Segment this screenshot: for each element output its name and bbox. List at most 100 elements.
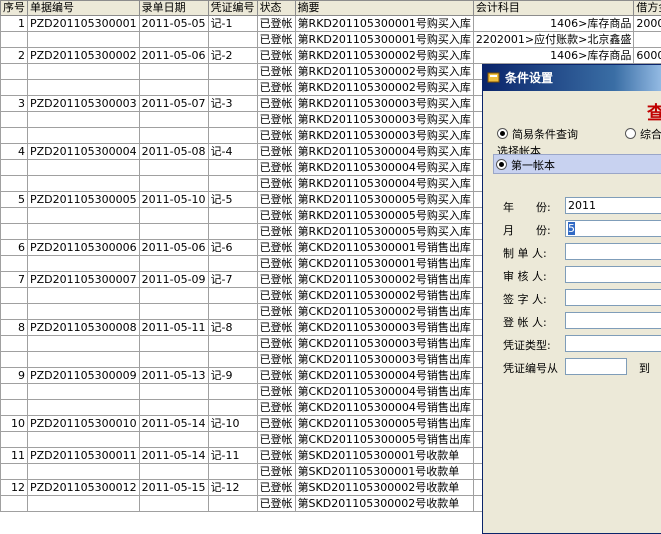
cell-summary: 第RKD201105300001号购买入库 [295, 32, 473, 48]
cell-summary: 第RKD201105300004号购买入库 [295, 160, 473, 176]
cell-summary: 第CKD201105300002号销售出库 [295, 288, 473, 304]
cell-summary: 第RKD201105300001号购买入库 [295, 16, 473, 32]
cell-seq: 6 [1, 240, 28, 256]
cell-doc-number: PZD201105300008 [28, 320, 140, 336]
cell-voucher-number: 记-9 [208, 368, 257, 384]
cell-seq [1, 432, 28, 448]
cell-debit [634, 32, 661, 48]
cell-date [139, 432, 208, 448]
cell-summary: 第SKD201105300001号收款单 [295, 448, 473, 464]
cell-status: 已登帐 [257, 32, 295, 48]
cell-status: 已登帐 [257, 64, 295, 80]
cell-voucher-number: 记-10 [208, 416, 257, 432]
signer-field[interactable] [565, 289, 661, 306]
col-header-account[interactable]: 会计科目 [473, 1, 633, 16]
cell-voucher-number [208, 176, 257, 192]
cell-date [139, 288, 208, 304]
cell-date [139, 384, 208, 400]
cell-voucher-number [208, 496, 257, 512]
cell-voucher-number [208, 352, 257, 368]
month-value: 5 [568, 222, 575, 235]
maker-field[interactable] [565, 243, 661, 260]
radio-combined-query[interactable]: 综合 [625, 126, 661, 142]
account-list[interactable]: 第一帐本 [493, 154, 661, 174]
cell-status: 已登帐 [257, 160, 295, 176]
cell-date [139, 176, 208, 192]
radio-simple-query[interactable]: 简易条件查询 [497, 126, 578, 142]
voucher-type-field[interactable] [565, 335, 661, 352]
radio-dot-icon [625, 128, 636, 139]
col-header-status[interactable]: 状态 [257, 1, 295, 16]
table-row[interactable]: 1PZD2011053000012011-05-05记-1已登帐第RKD2011… [1, 16, 661, 32]
cell-status: 已登帐 [257, 112, 295, 128]
voucher-type-label: 凭证类型: [503, 337, 551, 353]
month-field[interactable]: 5 [565, 220, 661, 237]
cell-doc-number [28, 64, 140, 80]
dialog-titlebar[interactable]: 条件设置 [483, 65, 661, 91]
cell-status: 已登帐 [257, 448, 295, 464]
table-row[interactable]: 已登帐第RKD201105300001号购买入库2202001>应付账款>北京鑫… [1, 32, 661, 48]
cell-seq [1, 336, 28, 352]
cell-date [139, 160, 208, 176]
cell-seq [1, 352, 28, 368]
col-header-seq[interactable]: 序号 [1, 1, 28, 16]
cell-date: 2011-05-07 [139, 96, 208, 112]
col-header-summary[interactable]: 摘要 [295, 1, 473, 16]
cell-doc-number: PZD201105300011 [28, 448, 140, 464]
cell-seq [1, 32, 28, 48]
cell-seq: 7 [1, 272, 28, 288]
condition-dialog: 条件设置 查 简易条件查询 综合 选择帐本 第一帐本 年 份: 2011 月 份… [482, 64, 661, 534]
col-header-date[interactable]: 录单日期 [139, 1, 208, 16]
poster-field[interactable] [565, 312, 661, 329]
cell-summary: 第CKD201105300003号销售出库 [295, 352, 473, 368]
cell-status: 已登帐 [257, 192, 295, 208]
table-header-row: 序号 单据编号 录单日期 凭证编号 状态 摘要 会计科目 借方金 [1, 1, 661, 16]
col-header-voucher[interactable]: 凭证编号 [208, 1, 257, 16]
cell-debit: 20000 [634, 16, 661, 32]
cell-doc-number [28, 224, 140, 240]
voucher-num-from-field[interactable] [565, 358, 627, 375]
cell-summary: 第RKD201105300002号购买入库 [295, 80, 473, 96]
cell-voucher-number: 记-5 [208, 192, 257, 208]
cell-date [139, 32, 208, 48]
cell-status: 已登帐 [257, 240, 295, 256]
cell-doc-number: PZD201105300007 [28, 272, 140, 288]
cell-seq: 5 [1, 192, 28, 208]
radio-first-account[interactable]: 第一帐本 [496, 157, 555, 173]
col-header-doc[interactable]: 单据编号 [28, 1, 140, 16]
cell-voucher-number [208, 256, 257, 272]
cell-voucher-number: 记-11 [208, 448, 257, 464]
cell-voucher-number: 记-2 [208, 48, 257, 64]
cell-voucher-number [208, 336, 257, 352]
cell-summary: 第CKD201105300002号销售出库 [295, 272, 473, 288]
voucher-num-label: 凭证编号从 [503, 360, 558, 376]
cell-doc-number [28, 160, 140, 176]
cell-doc-number [28, 208, 140, 224]
cell-status: 已登帐 [257, 352, 295, 368]
cell-seq: 10 [1, 416, 28, 432]
year-field[interactable]: 2011 [565, 197, 661, 214]
cell-summary: 第SKD201105300002号收款单 [295, 480, 473, 496]
cell-seq [1, 288, 28, 304]
cell-seq: 8 [1, 320, 28, 336]
cell-summary: 第RKD201105300005号购买入库 [295, 192, 473, 208]
cell-status: 已登帐 [257, 16, 295, 32]
cell-date [139, 208, 208, 224]
cell-status: 已登帐 [257, 288, 295, 304]
cell-date [139, 400, 208, 416]
signer-label: 签 字 人: [503, 291, 547, 307]
cell-voucher-number [208, 224, 257, 240]
checker-field[interactable] [565, 266, 661, 283]
col-header-debit[interactable]: 借方金 [634, 1, 661, 16]
cell-summary: 第RKD201105300004号购买入库 [295, 176, 473, 192]
cell-status: 已登帐 [257, 96, 295, 112]
table-row[interactable]: 2PZD2011053000022011-05-06记-2已登帐第RKD2011… [1, 48, 661, 64]
maker-label: 制 单 人: [503, 245, 547, 261]
cell-voucher-number: 记-8 [208, 320, 257, 336]
cell-voucher-number: 记-12 [208, 480, 257, 496]
cell-voucher-number: 记-7 [208, 272, 257, 288]
cell-doc-number: PZD201105300003 [28, 96, 140, 112]
cell-summary: 第RKD201105300003号购买入库 [295, 112, 473, 128]
cell-date [139, 256, 208, 272]
cell-voucher-number: 记-6 [208, 240, 257, 256]
